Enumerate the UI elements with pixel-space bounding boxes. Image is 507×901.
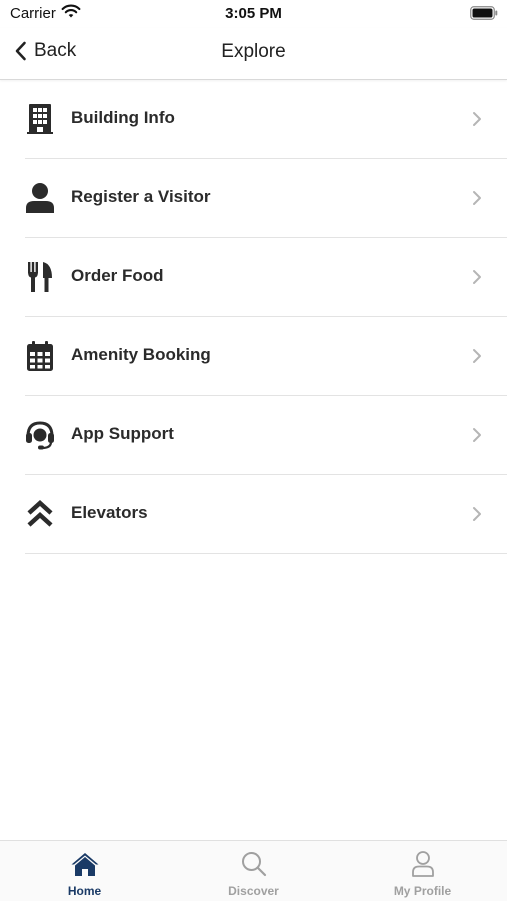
search-icon — [169, 851, 338, 877]
menu-item-amenity-booking[interactable]: Amenity Booking — [25, 317, 507, 396]
battery-icon — [470, 6, 498, 25]
explore-menu-list: Building Info Register a Visitor Order F… — [25, 80, 507, 554]
chevron-right-icon — [473, 112, 481, 126]
menu-item-label: Elevators — [71, 503, 148, 522]
tab-discover[interactable]: Discover — [169, 841, 338, 901]
menu-item-order-food[interactable]: Order Food — [25, 238, 507, 317]
tab-home[interactable]: Home — [0, 841, 169, 901]
menu-item-label: Amenity Booking — [71, 345, 211, 364]
chevron-right-icon — [473, 349, 481, 363]
menu-item-elevators[interactable]: Elevators — [25, 475, 507, 554]
status-bar: Carrier 3:05 PM — [0, 0, 507, 28]
building-icon — [25, 102, 55, 136]
tab-my-profile[interactable]: My Profile — [338, 841, 507, 901]
double-chevron-up-icon — [25, 497, 55, 531]
page-title: Explore — [221, 41, 286, 62]
fork-knife-icon — [25, 260, 55, 294]
headset-icon — [25, 418, 55, 452]
chevron-right-icon — [473, 428, 481, 442]
menu-item-label: Building Info — [71, 108, 175, 127]
menu-item-building-info[interactable]: Building Info — [25, 80, 507, 159]
person-icon — [25, 181, 55, 215]
chevron-right-icon — [473, 507, 481, 521]
tab-bar: Home Discover My Profile — [0, 840, 507, 901]
menu-item-label: App Support — [71, 424, 174, 443]
calendar-icon — [25, 339, 55, 373]
menu-item-app-support[interactable]: App Support — [25, 396, 507, 475]
profile-icon — [338, 851, 507, 877]
clock: 3:05 PM — [225, 5, 282, 22]
navigation-bar: Back Explore — [0, 28, 507, 80]
home-icon — [0, 851, 169, 877]
menu-item-label: Register a Visitor — [71, 187, 211, 206]
chevron-right-icon — [473, 191, 481, 205]
menu-item-register-visitor[interactable]: Register a Visitor — [25, 159, 507, 238]
menu-item-label: Order Food — [71, 266, 164, 285]
tab-label: Home — [67, 884, 102, 898]
chevron-right-icon — [473, 270, 481, 284]
tab-label: Discover — [228, 884, 279, 898]
tab-label: My Profile — [393, 884, 452, 898]
